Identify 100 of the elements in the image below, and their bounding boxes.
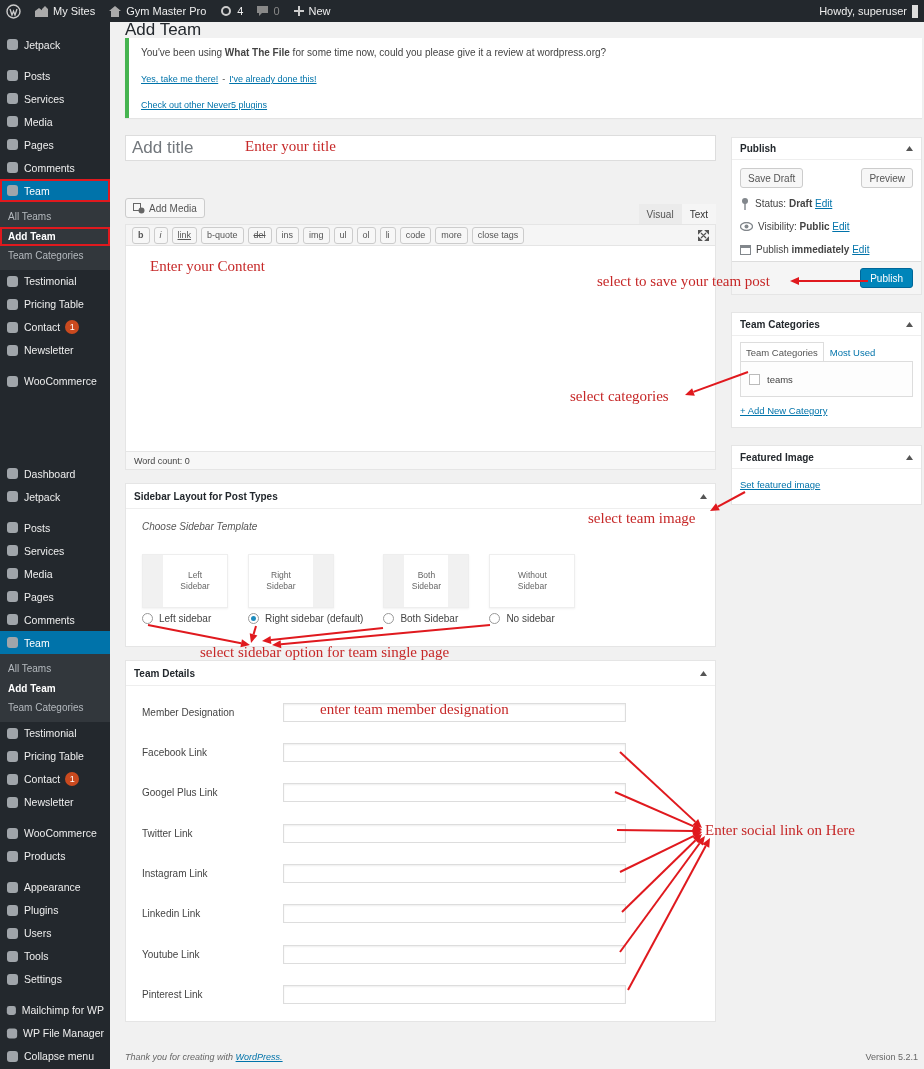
my-sites-link[interactable]: My Sites: [35, 5, 96, 17]
collapse-toggle-icon[interactable]: [906, 146, 913, 152]
menu-item[interactable]: Media: [0, 110, 110, 133]
quicktag-button[interactable]: ol: [356, 226, 376, 244]
menu-item[interactable]: Pages: [0, 585, 110, 608]
submenu-item[interactable]: All Teams: [0, 659, 110, 679]
radio-option[interactable]: Left sidebar: [142, 613, 228, 624]
quicktag-button[interactable]: b-quote: [201, 226, 244, 244]
quicktag-button[interactable]: i: [153, 226, 168, 244]
collapse-toggle-icon[interactable]: [700, 670, 707, 676]
quicktag-button[interactable]: ul: [333, 226, 353, 244]
new-link[interactable]: New: [293, 5, 331, 17]
menu-item[interactable]: Team: [0, 631, 110, 654]
menu-item[interactable]: Appearance: [0, 875, 110, 899]
quicktag-button[interactable]: more: [435, 226, 468, 244]
menu-item[interactable]: Services: [0, 539, 110, 562]
menu-item[interactable]: Pages: [0, 133, 110, 156]
category-tab[interactable]: Team Categories: [740, 342, 824, 361]
radio-option[interactable]: Both Sidebar: [383, 613, 470, 624]
radio-option[interactable]: No sidebar: [489, 613, 576, 624]
edit-link[interactable]: Edit: [852, 244, 870, 256]
save-draft-button[interactable]: Save Draft: [740, 168, 804, 189]
menu-item[interactable]: Newsletter: [0, 338, 110, 362]
menu-item[interactable]: Newsletter: [0, 790, 110, 814]
input-field[interactable]: [283, 864, 626, 884]
menu-item[interactable]: Plugins: [0, 898, 110, 922]
comments-link[interactable]: 0: [257, 5, 280, 17]
radio-option[interactable]: Right sidebar (default): [248, 613, 364, 624]
menu-item[interactable]: WP File Manager: [0, 1021, 110, 1045]
submenu-item[interactable]: All Teams: [0, 207, 110, 227]
checkbox[interactable]: [749, 373, 760, 385]
add-category-link[interactable]: + Add New Category: [740, 405, 828, 416]
menu-item[interactable]: Jetpack: [0, 33, 110, 56]
collapse-toggle-icon[interactable]: [906, 321, 913, 327]
menu-item[interactable]: Tools: [0, 944, 110, 968]
menu-item[interactable]: Settings: [0, 967, 110, 991]
quicktag-button[interactable]: b: [132, 226, 150, 244]
menu-item[interactable]: Contact 1: [0, 315, 110, 339]
notice-link[interactable]: Yes, take me there!: [141, 72, 219, 86]
radio-button[interactable]: [383, 613, 395, 624]
radio-button[interactable]: [142, 613, 153, 624]
wordpress-link[interactable]: WordPress.: [235, 1052, 283, 1062]
add-media-button[interactable]: Add Media: [125, 198, 205, 218]
quicktag-button[interactable]: ins: [275, 226, 300, 244]
radio-button[interactable]: [489, 613, 501, 624]
fullscreen-icon[interactable]: [698, 229, 709, 241]
submenu-item[interactable]: Team Categories: [0, 698, 110, 718]
collapse-toggle-icon[interactable]: [906, 454, 913, 460]
quicktag-button[interactable]: code: [399, 226, 432, 244]
layout-preview[interactable]: Left Sidebar: [142, 554, 228, 608]
layout-preview[interactable]: Both Sidebar: [383, 554, 470, 608]
menu-item[interactable]: Media: [0, 562, 110, 585]
input-field[interactable]: [283, 742, 626, 762]
quicktag-button[interactable]: close tags: [471, 226, 525, 244]
editor-tab[interactable]: Text: [681, 204, 716, 224]
input-field[interactable]: [283, 702, 626, 722]
input-field[interactable]: [283, 944, 626, 964]
plugins-link[interactable]: Check out other Never5 plugins: [141, 100, 268, 110]
submenu-item[interactable]: Add Team: [0, 678, 110, 698]
submenu-item[interactable]: Add Team: [0, 226, 110, 246]
menu-item[interactable]: Dashboard: [0, 462, 110, 485]
quicktag-button[interactable]: del: [247, 226, 272, 244]
menu-item[interactable]: Pricing Table: [0, 744, 110, 768]
menu-item[interactable]: Contact 1: [0, 767, 110, 791]
menu-item[interactable]: Posts: [0, 516, 110, 539]
menu-item[interactable]: WooCommerce: [0, 369, 110, 393]
layout-preview[interactable]: Without Sidebar: [489, 554, 576, 608]
featured-image-link[interactable]: Set featured image: [740, 479, 821, 490]
menu-item[interactable]: Posts: [0, 64, 110, 87]
input-field[interactable]: [283, 823, 626, 843]
menu-item[interactable]: Users: [0, 921, 110, 945]
collapse-toggle-icon[interactable]: [700, 493, 707, 499]
account-link[interactable]: Howdy, superuser: [819, 4, 918, 18]
edit-link[interactable]: Edit: [815, 198, 833, 210]
radio-button[interactable]: [248, 613, 259, 624]
quicktag-button[interactable]: link: [171, 226, 197, 244]
quicktag-button[interactable]: img: [303, 226, 330, 244]
updates-link[interactable]: 4: [220, 5, 244, 17]
menu-item[interactable]: Comments: [0, 156, 110, 179]
wordpress-logo-icon[interactable]: [6, 3, 21, 19]
menu-item[interactable]: Team: [0, 179, 110, 202]
publish-button[interactable]: Publish: [860, 268, 913, 289]
preview-button[interactable]: Preview: [861, 168, 913, 189]
input-field[interactable]: [283, 985, 626, 1005]
site-link[interactable]: Gym Master Pro: [109, 5, 207, 17]
menu-item[interactable]: Services: [0, 87, 110, 110]
submenu-item[interactable]: Team Categories: [0, 246, 110, 266]
notice-link[interactable]: I've already done this!: [229, 72, 317, 86]
quicktag-button[interactable]: li: [379, 226, 396, 244]
menu-item[interactable]: WooCommerce: [0, 821, 110, 845]
menu-item[interactable]: Testimonial: [0, 721, 110, 745]
menu-item[interactable]: Products: [0, 844, 110, 868]
menu-item[interactable]: Comments: [0, 608, 110, 631]
menu-item[interactable]: Collapse menu: [0, 1044, 110, 1068]
menu-item[interactable]: Jetpack: [0, 485, 110, 508]
edit-link[interactable]: Edit: [832, 221, 850, 233]
menu-item[interactable]: Testimonial: [0, 269, 110, 293]
input-field[interactable]: [283, 904, 626, 924]
input-field[interactable]: [283, 783, 626, 803]
category-option[interactable]: teams: [749, 373, 793, 385]
